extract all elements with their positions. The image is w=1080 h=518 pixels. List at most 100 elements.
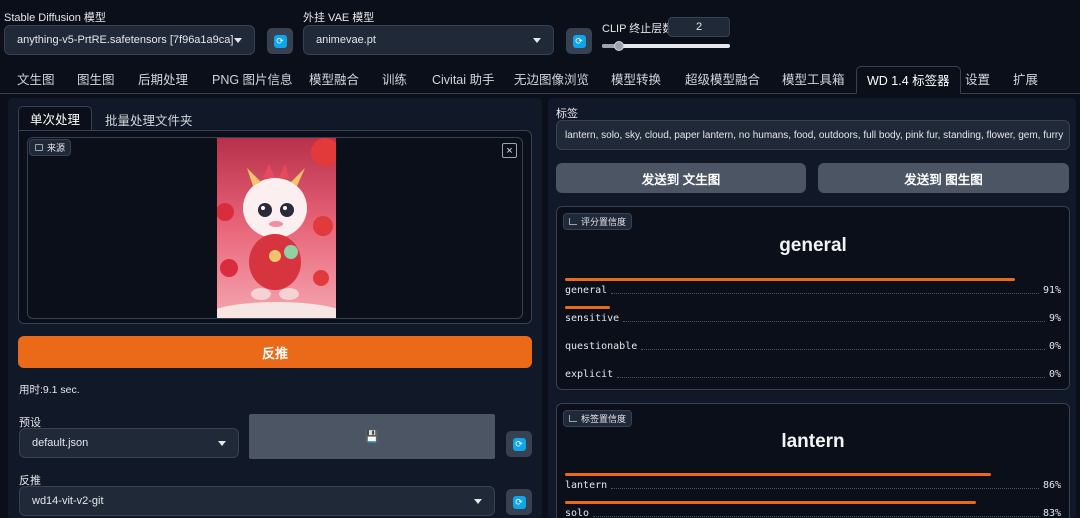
- tab-checkpoint-merger[interactable]: 模型融合: [309, 66, 359, 94]
- tags-label: 标签: [556, 108, 578, 120]
- main-tabs: 文生图 图生图 后期处理 PNG 图片信息 模型融合 训练 Civitai 助手…: [0, 66, 1080, 94]
- send-to-img2img-button[interactable]: 发送到 图生图: [818, 163, 1069, 193]
- confidence-name: solo: [565, 508, 590, 518]
- confidence-name: sensitive: [565, 313, 620, 324]
- tab-model-toolkit[interactable]: 模型工具箱: [782, 66, 845, 94]
- close-button[interactable]: ×: [502, 143, 517, 158]
- dotted-leader: [617, 377, 1045, 378]
- clip-value-input[interactable]: 2: [668, 17, 730, 37]
- dotted-leader: [593, 516, 1039, 517]
- rating-chip-label: 评分置信度: [581, 217, 627, 227]
- tag-chip-label: 标签置信度: [581, 414, 627, 424]
- interrogator-value: wd14-vit-v2-git: [32, 495, 104, 507]
- confidence-name: questionable: [565, 341, 638, 352]
- vae-select[interactable]: animevae.pt: [303, 25, 554, 55]
- dragon-illustration: [217, 138, 336, 318]
- dotted-leader: [623, 321, 1045, 322]
- rating-confidence-block: 评分置信度 general general 91% sensitive 9% quest…: [556, 206, 1070, 390]
- preset-select[interactable]: default.json: [19, 428, 239, 458]
- confidence-percent: 83%: [1042, 508, 1061, 518]
- tag-chip: 标签置信度: [563, 410, 633, 427]
- interrogate-button[interactable]: 反推: [18, 336, 532, 368]
- subtab-single[interactable]: 单次处理: [18, 106, 92, 130]
- sd-model-value: anything-v5-PrtRE.safetensors [7f96a1a9c…: [17, 34, 234, 46]
- rating-chip: 评分置信度: [563, 213, 633, 230]
- clip-slider-thumb[interactable]: [614, 41, 624, 51]
- tab-extensions[interactable]: 扩展: [1013, 66, 1038, 94]
- chevron-down-icon: [234, 37, 242, 43]
- send-img2img-label: 发送到 图生图: [904, 172, 983, 187]
- subtab-single-label: 单次处理: [29, 113, 80, 127]
- tab-png-info[interactable]: PNG 图片信息: [212, 66, 293, 94]
- send-to-txt2img-button[interactable]: 发送到 文生图: [556, 163, 806, 193]
- source-image-block[interactable]: 来源 ×: [18, 130, 532, 324]
- tag-confidence-block: 标签置信度 lantern lantern 86% solo 83%: [556, 403, 1070, 518]
- time-text: 用时:9.1 sec.: [19, 384, 80, 396]
- tab-supermerger[interactable]: 超级模型融合: [685, 66, 760, 94]
- clip-slider[interactable]: [602, 41, 730, 51]
- preset-value: default.json: [32, 437, 89, 449]
- vae-value: animevae.pt: [316, 34, 376, 46]
- save-icon: 💾: [365, 431, 379, 443]
- interrogator-select[interactable]: wd14-vit-v2-git: [19, 486, 495, 516]
- tags-value: lantern, solo, sky, cloud, paper lantern…: [565, 129, 1064, 141]
- confidence-name: explicit: [565, 369, 614, 380]
- confidence-row: general 91%: [565, 285, 1061, 296]
- right-panel: 标签 lantern, solo, sky, cloud, paper lant…: [548, 98, 1076, 518]
- confidence-bar: [565, 501, 976, 504]
- chevron-down-icon: [474, 498, 482, 504]
- confidence-percent: 0%: [1048, 369, 1061, 380]
- tab-civitai-helper[interactable]: Civitai 助手: [432, 66, 495, 94]
- image-icon: [35, 144, 43, 151]
- tags-textarea[interactable]: lantern, solo, sky, cloud, paper lantern…: [556, 120, 1070, 150]
- tab-train[interactable]: 训练: [382, 66, 407, 94]
- refresh-icon: ⟳: [512, 437, 526, 451]
- tab-image-browser[interactable]: 无边图像浏览: [514, 66, 589, 94]
- clip-value: 2: [695, 21, 703, 33]
- refresh-sd-model-button[interactable]: ⟳: [267, 28, 293, 54]
- chevron-down-icon: [218, 440, 226, 446]
- refresh-interrogator-button[interactable]: ⟳: [506, 489, 532, 515]
- confidence-bar: [565, 473, 991, 476]
- source-label: 来源: [47, 143, 66, 153]
- confidence-percent: 91%: [1042, 285, 1061, 296]
- confidence-row: questionable 0%: [565, 341, 1061, 352]
- confidence-percent: 9%: [1048, 313, 1061, 324]
- confidence-bar: [565, 278, 1015, 281]
- dotted-leader: [641, 349, 1045, 350]
- close-icon: ×: [506, 144, 513, 157]
- tab-txt2img[interactable]: 文生图: [17, 66, 55, 94]
- refresh-icon: ⟳: [572, 34, 586, 48]
- tab-wd14-tagger[interactable]: WD 1.4 标签器: [856, 66, 961, 94]
- confidence-row: sensitive 9%: [565, 313, 1061, 324]
- confidence-row: explicit 0%: [565, 369, 1061, 380]
- uploaded-image: [217, 138, 336, 318]
- confidence-name: lantern: [565, 480, 608, 491]
- confidence-row: solo 83%: [565, 508, 1061, 518]
- tab-img2img[interactable]: 图生图: [77, 66, 115, 94]
- save-preset-button[interactable]: 💾: [249, 414, 495, 459]
- confidence-percent: 0%: [1048, 341, 1061, 352]
- confidence-name: general: [565, 285, 608, 296]
- sd-model-label: Stable Diffusion 模型: [4, 12, 106, 24]
- sd-model-select[interactable]: anything-v5-PrtRE.safetensors [7f96a1a9c…: [4, 25, 255, 55]
- tag-title: lantern: [781, 431, 845, 452]
- chart-icon: [569, 415, 577, 422]
- source-chip: 来源: [29, 139, 72, 156]
- tab-model-converter[interactable]: 模型转换: [611, 66, 661, 94]
- dotted-leader: [611, 488, 1039, 489]
- chart-icon: [569, 218, 577, 225]
- subtab-batch[interactable]: 批量处理文件夹: [105, 110, 193, 129]
- dotted-leader: [611, 293, 1039, 294]
- refresh-icon: ⟳: [273, 34, 287, 48]
- clip-label: CLIP 终止层数: [602, 23, 674, 35]
- confidence-row: lantern 86%: [565, 480, 1061, 491]
- tab-extras[interactable]: 后期处理: [138, 66, 188, 94]
- rating-title: general: [779, 235, 847, 256]
- refresh-vae-button[interactable]: ⟳: [566, 28, 592, 54]
- chevron-down-icon: [533, 37, 541, 43]
- refresh-preset-button[interactable]: ⟳: [506, 431, 532, 457]
- interrogate-label: 反推: [261, 345, 288, 361]
- tab-settings[interactable]: 设置: [965, 66, 990, 94]
- refresh-icon: ⟳: [512, 495, 526, 509]
